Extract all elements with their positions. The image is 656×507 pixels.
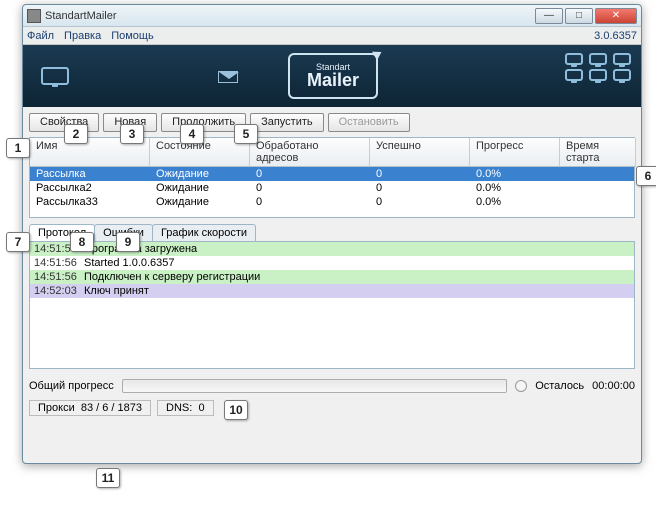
cell-addresses: 0 xyxy=(250,167,370,181)
callout-7: 7 xyxy=(6,232,30,252)
cell-addresses: 0 xyxy=(250,195,370,209)
callout-6: 6 xyxy=(636,166,656,186)
table-body: РассылкаОжидание000.0%Рассылка2Ожидание0… xyxy=(30,167,634,209)
callout-9: 9 xyxy=(116,232,140,252)
col-progress[interactable]: Прогресс xyxy=(470,138,560,167)
cell-name: Рассылка xyxy=(30,167,150,181)
window-title: StandartMailer xyxy=(45,10,533,22)
col-addresses[interactable]: Обработано адресов xyxy=(250,138,370,167)
maximize-button[interactable]: □ xyxy=(565,8,593,24)
callout-4: 4 xyxy=(180,124,204,144)
monitor-icon xyxy=(565,53,583,65)
proxy-status: Прокси 83 / 6 / 1873 xyxy=(29,400,151,416)
menubar: Файл Правка Помощь 3.0.6357 xyxy=(23,27,641,45)
app-window: StandartMailer — □ ✕ Файл Правка Помощь … xyxy=(22,4,642,464)
cell-start_time xyxy=(560,195,636,209)
toolbar: Свойства Новая Продолжить Запустить Оста… xyxy=(23,107,641,133)
minimize-button[interactable]: — xyxy=(535,8,563,24)
cell-name: Рассылка33 xyxy=(30,195,150,209)
remaining-value: 00:00:00 xyxy=(592,380,635,392)
proxy-label: Прокси xyxy=(38,402,75,414)
overall-progressbar xyxy=(122,379,507,393)
callout-2: 2 xyxy=(64,124,88,144)
stop-button[interactable]: Остановить xyxy=(328,113,410,132)
cell-progress: 0.0% xyxy=(470,195,560,209)
table-row[interactable]: Рассылка33Ожидание000.0% xyxy=(30,195,634,209)
log-line: 14:51:56 Started 1.0.0.6357 xyxy=(30,256,634,270)
monitor-icon xyxy=(613,53,631,65)
dns-value: 0 xyxy=(198,402,204,414)
monitor-icon xyxy=(613,69,631,81)
logo: Standart Mailer xyxy=(288,53,378,99)
tab-speed[interactable]: График скорости xyxy=(152,224,256,241)
log-message: Программа загружена xyxy=(84,243,197,255)
cell-success: 0 xyxy=(370,195,470,209)
cell-state: Ожидание xyxy=(150,167,250,181)
status-strip: Прокси 83 / 6 / 1873 DNS: 0 xyxy=(29,399,635,417)
log-box[interactable]: 14:51:56 Программа загружена 14:51:56 Start… xyxy=(29,241,635,369)
cell-name: Рассылка2 xyxy=(30,181,150,195)
proxy-value: 83 / 6 / 1873 xyxy=(81,402,142,414)
close-button[interactable]: ✕ xyxy=(595,8,637,24)
cell-progress: 0.0% xyxy=(470,181,560,195)
callout-5: 5 xyxy=(234,124,258,144)
log-message: Ключ принят xyxy=(84,285,149,297)
monitor-icon xyxy=(565,69,583,81)
cell-start_time xyxy=(560,181,636,195)
remaining-label: Осталось xyxy=(535,380,584,392)
monitor-icon xyxy=(589,53,607,65)
callout-11: 11 xyxy=(96,468,120,488)
overall-progress-label: Общий прогресс xyxy=(29,380,114,392)
log-time: 14:51:56 xyxy=(34,271,80,283)
menu-help[interactable]: Помощь xyxy=(111,30,154,42)
dns-label: DNS: xyxy=(166,402,192,414)
col-success[interactable]: Успешно xyxy=(370,138,470,167)
log-message: Started 1.0.0.6357 xyxy=(84,257,175,269)
cell-state: Ожидание xyxy=(150,195,250,209)
start-button[interactable]: Запустить xyxy=(250,113,324,132)
log-message: Подключен к серверу регистрации xyxy=(84,271,260,283)
col-start-time[interactable]: Время старта xyxy=(560,138,636,167)
log-time: 14:51:56 xyxy=(34,257,80,269)
log-time: 14:52:03 xyxy=(34,285,80,297)
version-label: 3.0.6357 xyxy=(594,30,637,42)
table-row[interactable]: РассылкаОжидание000.0% xyxy=(30,167,634,181)
log-line: 14:51:56 Подключен к серверу регистрации xyxy=(30,270,634,284)
callout-1: 1 xyxy=(6,138,30,158)
monitor-icon xyxy=(41,67,69,85)
callout-10: 10 xyxy=(224,400,248,420)
banner: Standart Mailer xyxy=(23,45,641,107)
status-indicator-icon xyxy=(515,380,527,392)
cell-success: 0 xyxy=(370,167,470,181)
monitor-icon xyxy=(589,69,607,81)
log-line: 14:52:03 Ключ принят xyxy=(30,284,634,298)
progress-row: Общий прогресс Осталось 00:00:00 xyxy=(29,379,635,393)
menu-file[interactable]: Файл xyxy=(27,30,54,42)
cell-state: Ожидание xyxy=(150,181,250,195)
app-icon xyxy=(27,9,41,23)
callout-8: 8 xyxy=(70,232,94,252)
campaign-table: Имя Состояние Обработано адресов Успешно… xyxy=(29,137,635,218)
cell-start_time xyxy=(560,167,636,181)
monitor-grid xyxy=(565,53,631,81)
envelope-icon xyxy=(218,71,238,83)
cell-addresses: 0 xyxy=(250,181,370,195)
callout-3: 3 xyxy=(120,124,144,144)
titlebar[interactable]: StandartMailer — □ ✕ xyxy=(23,5,641,27)
table-row[interactable]: Рассылка2Ожидание000.0% xyxy=(30,181,634,195)
logo-main: Mailer xyxy=(307,70,359,91)
menu-edit[interactable]: Правка xyxy=(64,30,101,42)
dns-status: DNS: 0 xyxy=(157,400,214,416)
cell-success: 0 xyxy=(370,181,470,195)
cell-progress: 0.0% xyxy=(470,167,560,181)
